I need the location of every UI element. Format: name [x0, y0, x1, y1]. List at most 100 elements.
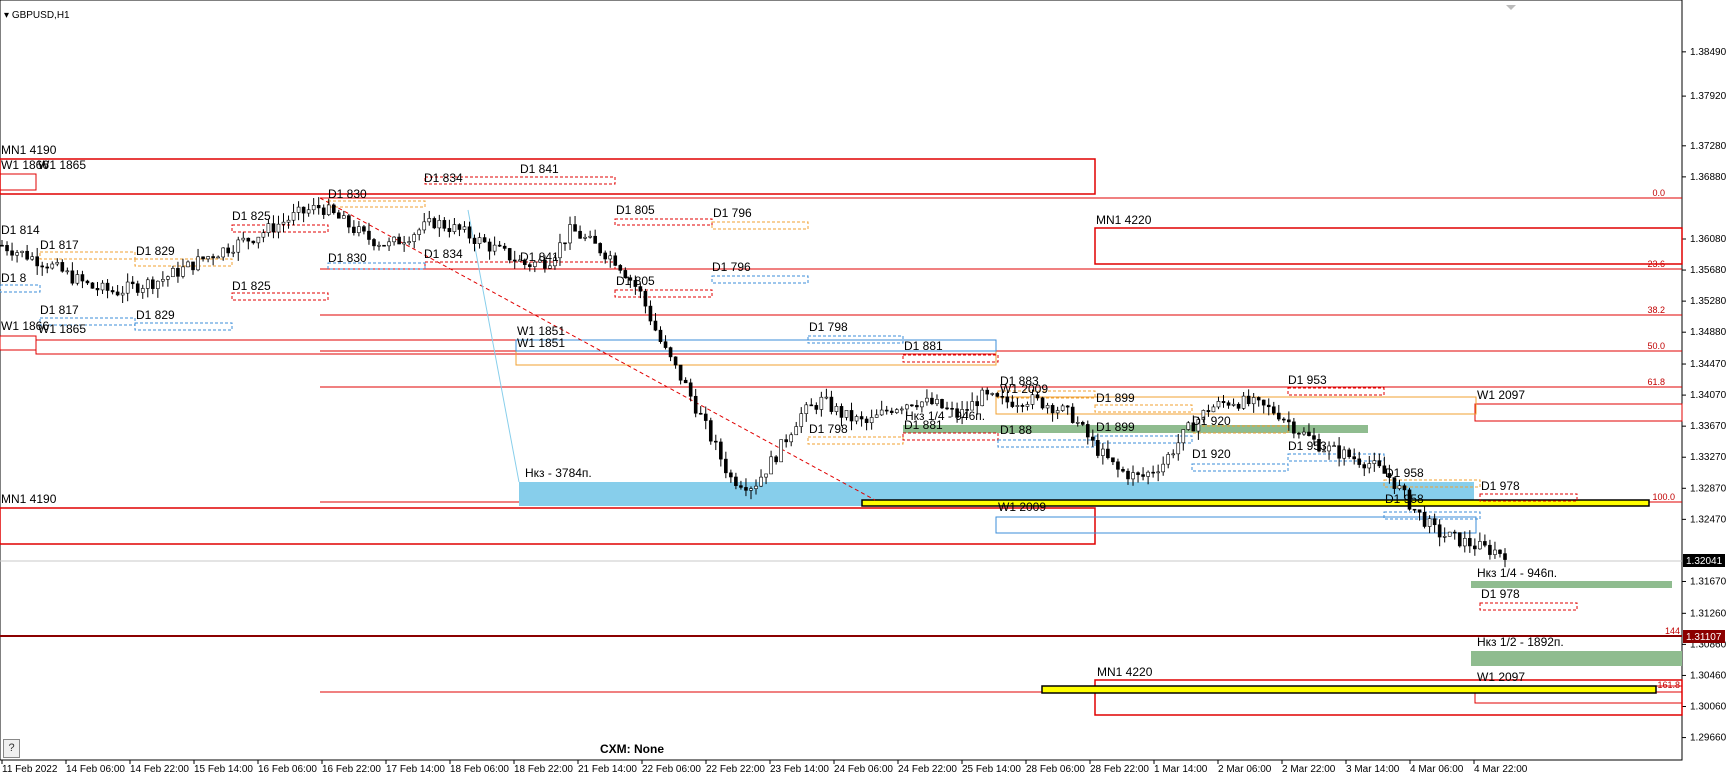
candle-body [105, 282, 110, 291]
candle-body [980, 389, 985, 407]
fib-label-144: 144 [1665, 626, 1680, 636]
candle-body [1462, 538, 1467, 547]
candle-body [1473, 545, 1477, 550]
candle-body [362, 226, 366, 232]
candle-body [281, 221, 286, 225]
candle-body [809, 404, 814, 407]
x-tick-label: 18 Feb 06:00 [450, 764, 509, 775]
candle-body [603, 252, 608, 260]
fib-label-0: 0.0 [1652, 188, 1665, 198]
candle-body [618, 265, 623, 271]
y-tick-label: 1.34070 [1690, 390, 1727, 401]
candle-body [45, 266, 50, 269]
x-tick-label: 18 Feb 22:00 [514, 764, 573, 775]
candle-body [30, 256, 34, 260]
fib-label-161-8: 161.8 [1657, 680, 1680, 690]
candle-body [995, 393, 1000, 397]
y-tick-label: 1.33670 [1690, 421, 1727, 432]
candle-body [115, 291, 120, 296]
candle-body [1151, 471, 1155, 474]
fib-label-50: 50.0 [1647, 341, 1665, 351]
label-d1-817-b: D1 817 [40, 303, 79, 317]
current-price-text: 1.32041 [1686, 556, 1723, 567]
candle-body [678, 364, 683, 381]
candle-body [402, 242, 406, 245]
candle-body [1417, 509, 1422, 513]
candle-body [1437, 524, 1442, 538]
candle-body [1226, 402, 1231, 406]
candle-body [1161, 463, 1165, 473]
label-d1-978-a: D1 978 [1481, 479, 1520, 493]
nkz-1-2-zone[interactable] [1471, 651, 1682, 666]
candle-body [668, 347, 673, 358]
price-chart[interactable]: 1.38490 1.37920 1.37280 1.36880 1.36080 1.356… [0, 0, 1731, 782]
candle-body [176, 268, 180, 277]
yellow-level-bottom[interactable] [1041, 685, 1657, 694]
candle-body [427, 218, 432, 223]
label-d1-796-b: D1 796 [712, 260, 751, 274]
candle-body [417, 229, 422, 235]
candle-body [1498, 549, 1502, 554]
candle-body [799, 413, 804, 427]
candle-body [497, 244, 502, 247]
candle [331, 203, 336, 215]
candle-body [1146, 471, 1150, 477]
y-tick-label: 1.30460 [1690, 670, 1727, 681]
candle-body [1251, 397, 1256, 405]
candle-body [693, 395, 698, 414]
nkz-1-4-zone-a[interactable] [903, 425, 1368, 433]
candle-body [492, 244, 497, 252]
dropdown-triangle-icon[interactable]: ▾ [4, 10, 9, 21]
symbol-label[interactable]: ▾ GBPUSD,H1 [4, 10, 70, 21]
candle-body [447, 228, 452, 232]
candle-body [306, 209, 311, 214]
candle-body [578, 230, 582, 239]
label-w1-2009-a: W1 2009 [1000, 382, 1048, 396]
candle-body [70, 270, 75, 284]
candle-body [698, 412, 703, 415]
candle-body [1292, 421, 1296, 434]
candle-body [316, 205, 321, 209]
candle-body [598, 243, 602, 254]
current-price-tag: 1.32041 [1683, 554, 1725, 567]
candle-body [864, 418, 869, 424]
label-w1-2009-b: W1 2009 [998, 500, 1046, 514]
plot-area[interactable] [0, 0, 1683, 761]
candle-body [1468, 538, 1472, 547]
candle-body [357, 226, 361, 233]
candle-body [1020, 405, 1025, 407]
candle-body [1116, 461, 1120, 470]
y-tick-label: 1.32470 [1690, 514, 1727, 525]
candle-body [1337, 445, 1341, 459]
candle-body [35, 256, 39, 267]
x-tick-label: 4 Mar 06:00 [1410, 764, 1464, 775]
label-w1-2097-b: W1 2097 [1477, 670, 1525, 684]
candle-body [874, 414, 879, 418]
label-d1-805-a: D1 805 [616, 203, 655, 217]
candle-body [940, 399, 944, 409]
candle-body [749, 488, 753, 491]
candle-body [321, 207, 326, 215]
candle-body [663, 341, 668, 348]
candle-body [397, 236, 401, 245]
candle-body [412, 234, 416, 242]
candle-body [1442, 535, 1447, 538]
candle-body [296, 206, 301, 213]
candle-body [50, 263, 55, 269]
candle-body [1126, 470, 1130, 480]
candle-body [814, 405, 819, 410]
label-d1-881-a: D1 881 [904, 339, 943, 353]
chart-window[interactable]: 1.38490 1.37920 1.37280 1.36880 1.36080 1.356… [0, 0, 1731, 782]
candle-body [1111, 457, 1115, 463]
candle-body [166, 276, 170, 280]
candle-body [774, 456, 778, 463]
candle-body [10, 250, 14, 256]
candle [1457, 532, 1462, 548]
help-button[interactable]: ? [3, 739, 20, 758]
candle-body [1432, 518, 1437, 526]
candle-body [975, 401, 979, 407]
x-tick-label: 11 Feb 2022 [2, 764, 58, 775]
candle-body [382, 244, 386, 247]
label-d1-830-b: D1 830 [328, 251, 367, 265]
label-w1-1865-b: W1 1865 [38, 322, 86, 336]
